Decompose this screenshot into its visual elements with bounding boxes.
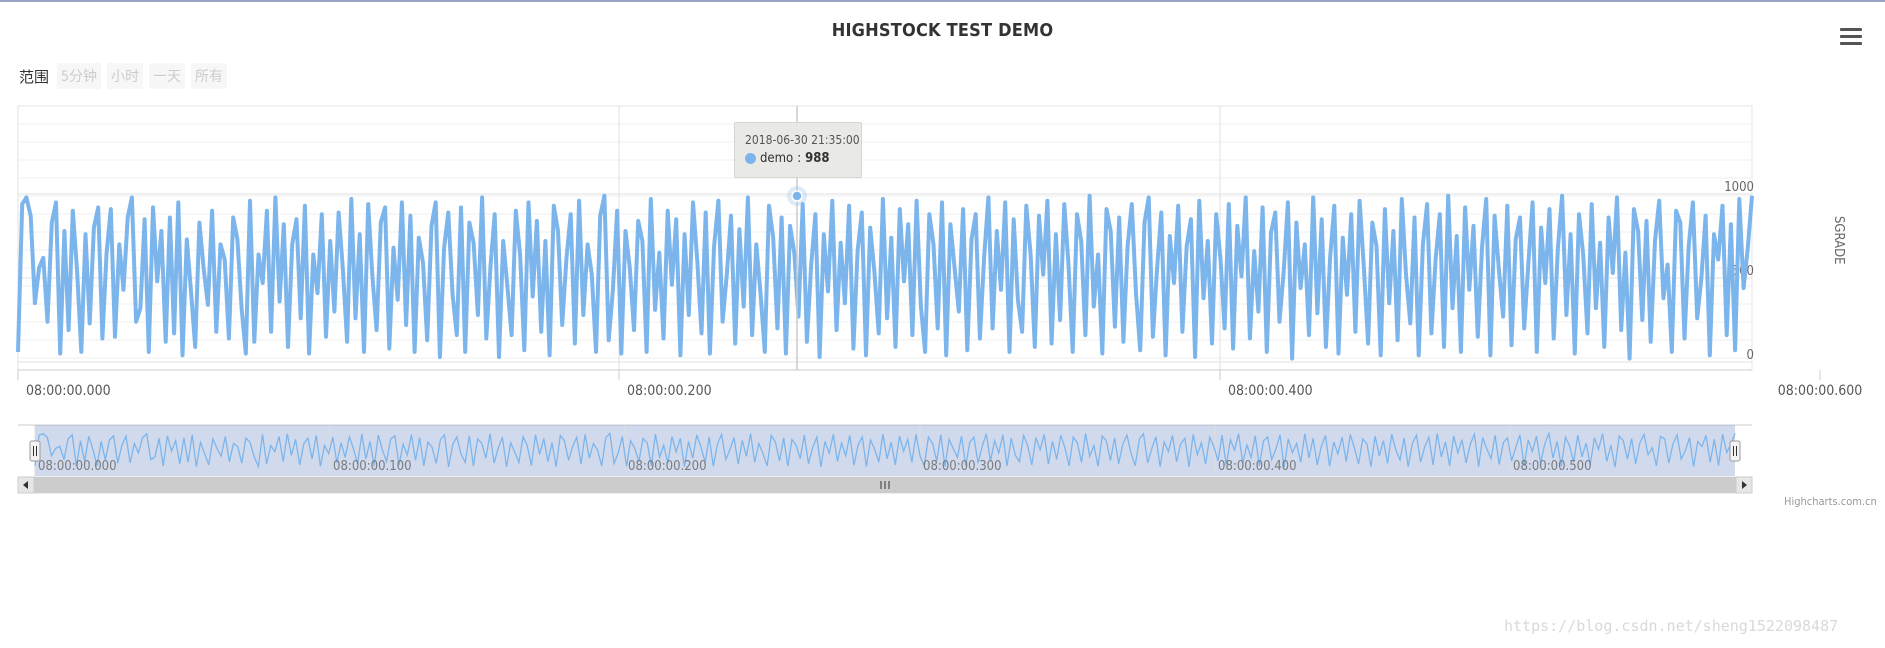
chart-canvas: 08:00:00.000 08:00:00.200 08:00:00.400 08:0… — [16, 105, 1863, 494]
tooltip-value: 988 — [805, 151, 830, 166]
x-tick-label: 08:00:00.200 — [627, 383, 712, 399]
tooltip: 2018-06-30 21:35:00 demo: 988 — [734, 122, 862, 178]
scrollbar[interactable] — [17, 476, 1753, 494]
y-tick-label: 0 — [1747, 348, 1754, 363]
x-axis: 08:00:00.000 08:00:00.200 08:00:00.400 08:0… — [17, 369, 1863, 399]
navigator-tick-label: 08:00:00.200 — [628, 459, 707, 474]
x-tick-label: 08:00:00.000 — [26, 383, 111, 399]
navigator-left-handle — [29, 440, 41, 462]
tooltip-date: 2018-06-30 21:35:00 — [745, 133, 860, 147]
hover-point — [791, 190, 803, 202]
navigator-right-handle — [1729, 440, 1741, 462]
watermark: https://blog.csdn.net/sheng1522098487 — [1504, 617, 1839, 635]
x-tick-label: 08:00:00.400 — [1228, 383, 1313, 399]
series-dot-icon — [745, 153, 756, 164]
navigator-tick-label: 08:00:00.500 — [1513, 459, 1592, 474]
credits-link[interactable]: Highcharts.com.cn — [1784, 495, 1877, 508]
navigator-tick-label: 08:00:00.100 — [333, 459, 412, 474]
x-tick-label: 08:00:00.600 — [1778, 383, 1863, 399]
tooltip-row: demo: 988 — [745, 151, 830, 166]
y-axis-title: SGRADE — [1831, 216, 1846, 265]
tooltip-series-name: demo — [760, 151, 794, 166]
y-tick-label: 1000 — [1724, 180, 1754, 195]
navigator[interactable]: 08:00:00.000 08:00:00.100 08:00:00.200 08:0… — [18, 424, 1752, 476]
navigator-tick-label: 08:00:00.000 — [38, 459, 117, 474]
navigator-tick-label: 08:00:00.300 — [923, 459, 1002, 474]
navigator-tick-label: 08:00:00.400 — [1218, 459, 1297, 474]
